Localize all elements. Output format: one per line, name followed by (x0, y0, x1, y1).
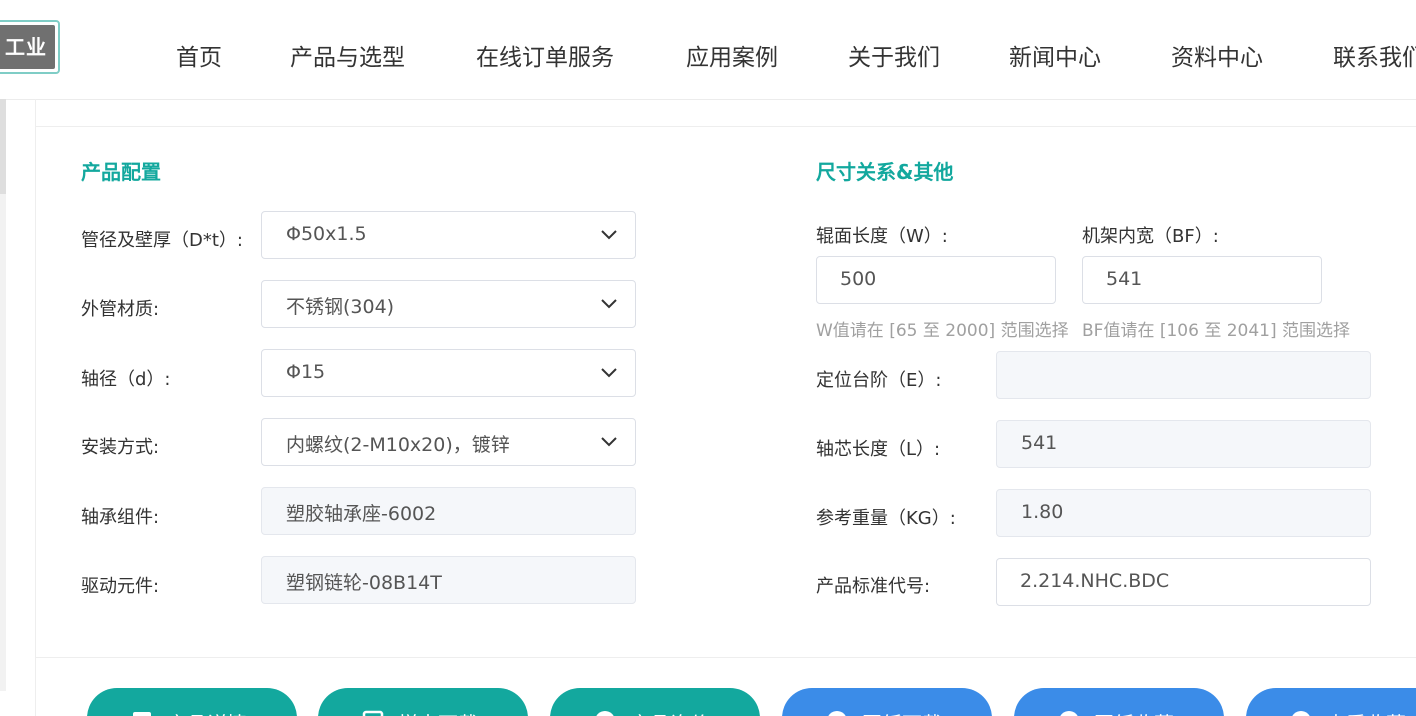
logo[interactable]: 工业 (0, 20, 60, 74)
tube-material-value: 不锈钢(304) (286, 296, 395, 318)
bearing-value: 塑胶轴承座-6002 (286, 503, 437, 525)
pipe-diameter-value: Φ50x1.5 (286, 223, 367, 245)
drawing-download-button[interactable]: 图纸下载 (782, 688, 992, 716)
frame-width-input[interactable]: 541 (1082, 256, 1322, 304)
pipe-diameter-label: 管径及壁厚（D*t）: (81, 230, 243, 251)
nav-resources[interactable]: 资料中心 (1171, 38, 1263, 72)
shaft-diameter-value: Φ15 (286, 361, 326, 383)
drawing-favorite-label: 图纸收藏 (1094, 708, 1174, 716)
left-scrollbar[interactable] (0, 99, 6, 691)
bearing-field: 塑胶轴承座-6002 (261, 487, 636, 535)
standard-code-label: 产品标准代号: (816, 576, 931, 597)
roller-length-input[interactable]: 500 (816, 256, 1056, 304)
download-icon (362, 710, 384, 716)
locating-step-label: 定位台阶（E）: (816, 370, 942, 391)
tube-material-label: 外管材质: (81, 299, 160, 320)
roller-length-hint: W值请在 [65 至 2000] 范围选择 (816, 321, 1069, 341)
shaft-length-field: 541 (996, 420, 1371, 468)
logo-text: 工业 (0, 25, 55, 69)
drawing-download-label: 图纸下载 (862, 708, 942, 716)
shaft-length-value: 541 (1021, 432, 1058, 454)
drive-element-value: 塑钢链轮-08B14T (286, 572, 442, 594)
star-icon (1060, 711, 1078, 716)
page: 工业 首页 产品与选型 在线订单服务 应用案例 关于我们 新闻中心 资料中心 联… (0, 0, 1416, 716)
roller-length-label: 辊面长度（W）: (816, 226, 948, 247)
nav-home[interactable]: 首页 (176, 38, 222, 72)
nav-news[interactable]: 新闻中心 (1009, 38, 1101, 72)
standard-code-value: 2.214.NHC.BDC (1020, 570, 1170, 592)
tube-material-select[interactable]: 不锈钢(304) (261, 280, 636, 328)
shaft-diameter-select[interactable]: Φ15 (261, 349, 636, 397)
weight-field: 1.80 (996, 489, 1371, 537)
view-favorites-button[interactable]: 查看收藏 (1246, 688, 1416, 716)
nav-about[interactable]: 关于我们 (848, 38, 940, 72)
roller-length-value: 500 (840, 268, 877, 290)
weight-value: 1.80 (1021, 501, 1064, 523)
view-favorites-label: 查看收藏 (1326, 708, 1406, 716)
site-header: 工业 首页 产品与选型 在线订单服务 应用案例 关于我们 新闻中心 资料中心 联… (0, 0, 1416, 100)
pipe-diameter-select[interactable]: Φ50x1.5 (261, 211, 636, 259)
favorites-icon (1292, 711, 1310, 716)
product-details-button[interactable]: 产品详情 (87, 688, 297, 716)
shaft-diameter-label: 轴径（d）: (81, 369, 171, 390)
nav-products[interactable]: 产品与选型 (290, 38, 405, 72)
chevron-down-icon (601, 368, 617, 378)
locating-step-field (996, 351, 1371, 399)
dimensions-title: 尺寸关系&其他 (816, 160, 954, 184)
nav-contact[interactable]: 联系我们 (1333, 38, 1416, 72)
frame-width-hint: BF值请在 [106 至 2041] 范围选择 (1082, 321, 1351, 341)
weight-label: 参考重量（KG）: (816, 508, 956, 529)
panel-divider-top (36, 126, 1416, 127)
standard-code-input[interactable]: 2.214.NHC.BDC (996, 558, 1371, 606)
frame-width-value: 541 (1106, 268, 1143, 290)
product-inquiry-button[interactable]: 产品询价 (550, 688, 760, 716)
drawing-favorite-button[interactable]: 图纸收藏 (1014, 688, 1224, 716)
chevron-down-icon (601, 230, 617, 240)
document-icon (133, 712, 151, 716)
mount-type-label: 安装方式: (81, 437, 160, 458)
nav-online-order[interactable]: 在线订单服务 (476, 38, 614, 72)
drawing-icon (828, 711, 846, 716)
mount-type-select[interactable]: 内螺纹(2-M10x20)，镀锌 (261, 418, 636, 466)
mount-type-value: 内螺纹(2-M10x20)，镀锌 (286, 434, 510, 456)
sample-download-button[interactable]: 样本下载 (318, 688, 528, 716)
price-icon (596, 711, 614, 716)
product-config-title: 产品配置 (81, 160, 161, 184)
nav-cases[interactable]: 应用案例 (686, 38, 778, 72)
left-scrollbar-thumb[interactable] (0, 99, 6, 194)
drive-element-label: 驱动元件: (81, 576, 160, 597)
product-inquiry-label: 产品询价 (630, 708, 710, 716)
drive-element-field: 塑钢链轮-08B14T (261, 556, 636, 604)
product-details-label: 产品详情 (167, 708, 247, 716)
chevron-down-icon (601, 437, 617, 447)
bearing-label: 轴承组件: (81, 507, 160, 528)
sample-download-label: 样本下载 (398, 708, 478, 716)
chevron-down-icon (601, 299, 617, 309)
panel-divider-bottom (36, 657, 1416, 658)
panel-divider-left (35, 99, 36, 716)
frame-width-label: 机架内宽（BF）: (1082, 226, 1219, 247)
shaft-length-label: 轴芯长度（L）: (816, 439, 941, 460)
